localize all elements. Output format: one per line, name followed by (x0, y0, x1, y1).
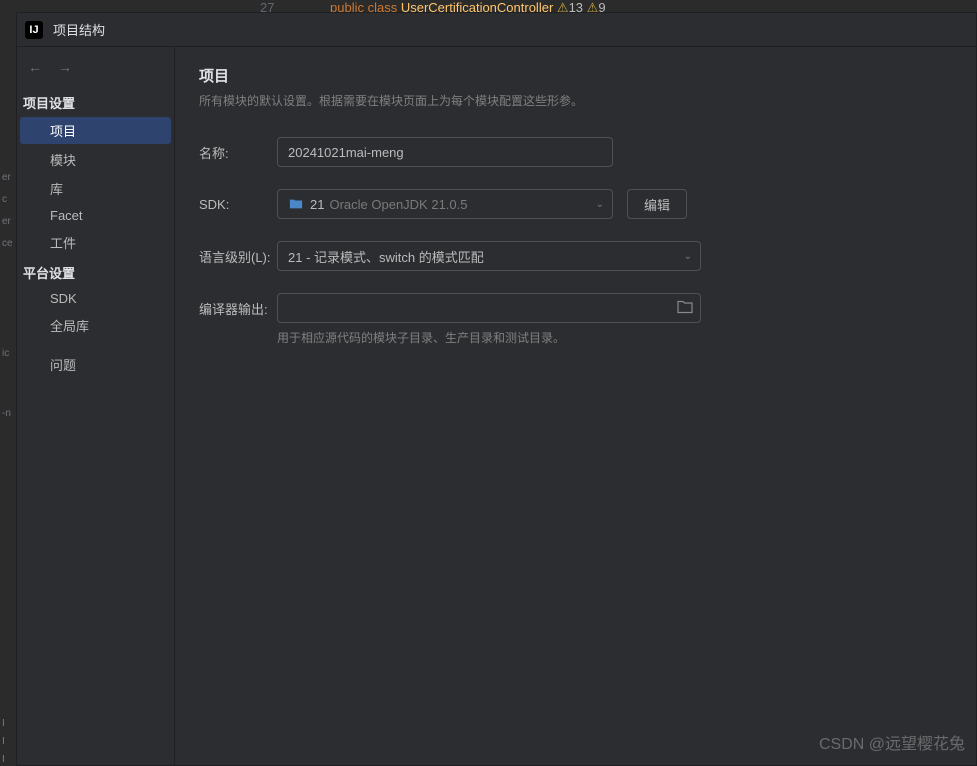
sidebar-item-label: 模块 (50, 153, 76, 168)
sdk-label: SDK: (199, 197, 277, 212)
sidebar-item-facets[interactable]: Facet (20, 204, 171, 227)
sidebar-item-label: 全局库 (50, 319, 89, 334)
nav-back-icon[interactable]: ← (27, 59, 43, 75)
title-bar: IJ 项目结构 (17, 13, 976, 47)
sidebar-item-modules[interactable]: 模块 (20, 146, 171, 173)
sidebar-item-label: 问题 (50, 358, 76, 373)
sidebar-item-label: 工件 (50, 236, 76, 251)
nav-forward-icon[interactable]: → (57, 59, 73, 75)
sidebar-item-label: Facet (50, 208, 83, 223)
lang-level-label: 语言级别(L): (199, 247, 277, 266)
sdk-vendor-text: Oracle OpenJDK 21.0.5 (329, 197, 467, 212)
sidebar-item-project[interactable]: 项目 (20, 117, 171, 144)
sidebar-item-global-libs[interactable]: 全局库 (20, 312, 171, 339)
section-header-platform-settings: 平台设置 (17, 257, 174, 286)
app-icon: IJ (25, 21, 43, 39)
chevron-down-icon: ⌄ (596, 199, 604, 210)
name-label: 名称: (199, 143, 277, 162)
sidebar-item-label: 项目 (50, 124, 76, 139)
compiler-output-input[interactable] (277, 293, 701, 323)
chevron-down-icon: ⌄ (684, 251, 692, 262)
compiler-output-hint: 用于相应源代码的模块子目录、生产目录和测试目录。 (277, 329, 952, 346)
editor-background-code: 27 public class UserCertificationControl… (0, 0, 977, 12)
sidebar-item-artifacts[interactable]: 工件 (20, 229, 171, 256)
sidebar-item-problems[interactable]: 问题 (20, 351, 171, 378)
language-level-dropdown[interactable]: 21 - 记录模式、switch 的模式匹配 ⌄ (277, 241, 701, 271)
sidebar-item-label: SDK (50, 291, 77, 306)
edit-sdk-button[interactable]: 编辑 (627, 189, 687, 219)
project-structure-dialog: IJ 项目结构 ← → 项目设置 项目 模块 库 Facet 工件 平台设置 S… (16, 12, 977, 766)
editor-left-gutter: er c er ce ic -n I I I (0, 12, 16, 766)
sidebar-item-label: 库 (50, 182, 63, 197)
sdk-version-text: 21 (310, 197, 324, 212)
section-header-project-settings: 项目设置 (17, 87, 174, 116)
content-panel: 项目 所有模块的默认设置。根据需要在模块页面上为每个模块配置这些形参。 名称: … (175, 47, 976, 765)
page-title: 项目 (199, 65, 952, 86)
sidebar-item-sdks[interactable]: SDK (20, 287, 171, 310)
project-name-input[interactable] (277, 137, 613, 167)
sdk-dropdown[interactable]: 21 Oracle OpenJDK 21.0.5 ⌄ (277, 189, 613, 219)
lang-level-value: 21 - 记录模式、switch 的模式匹配 (288, 247, 484, 266)
dialog-title: 项目结构 (53, 20, 105, 39)
sidebar: ← → 项目设置 项目 模块 库 Facet 工件 平台设置 SDK 全局库 问… (17, 47, 175, 765)
page-description: 所有模块的默认设置。根据需要在模块页面上为每个模块配置这些形参。 (199, 92, 952, 109)
browse-folder-icon[interactable] (677, 300, 693, 317)
compiler-output-label: 编译器输出: (199, 299, 277, 318)
folder-sdk-icon (288, 196, 304, 212)
sidebar-item-libraries[interactable]: 库 (20, 175, 171, 202)
